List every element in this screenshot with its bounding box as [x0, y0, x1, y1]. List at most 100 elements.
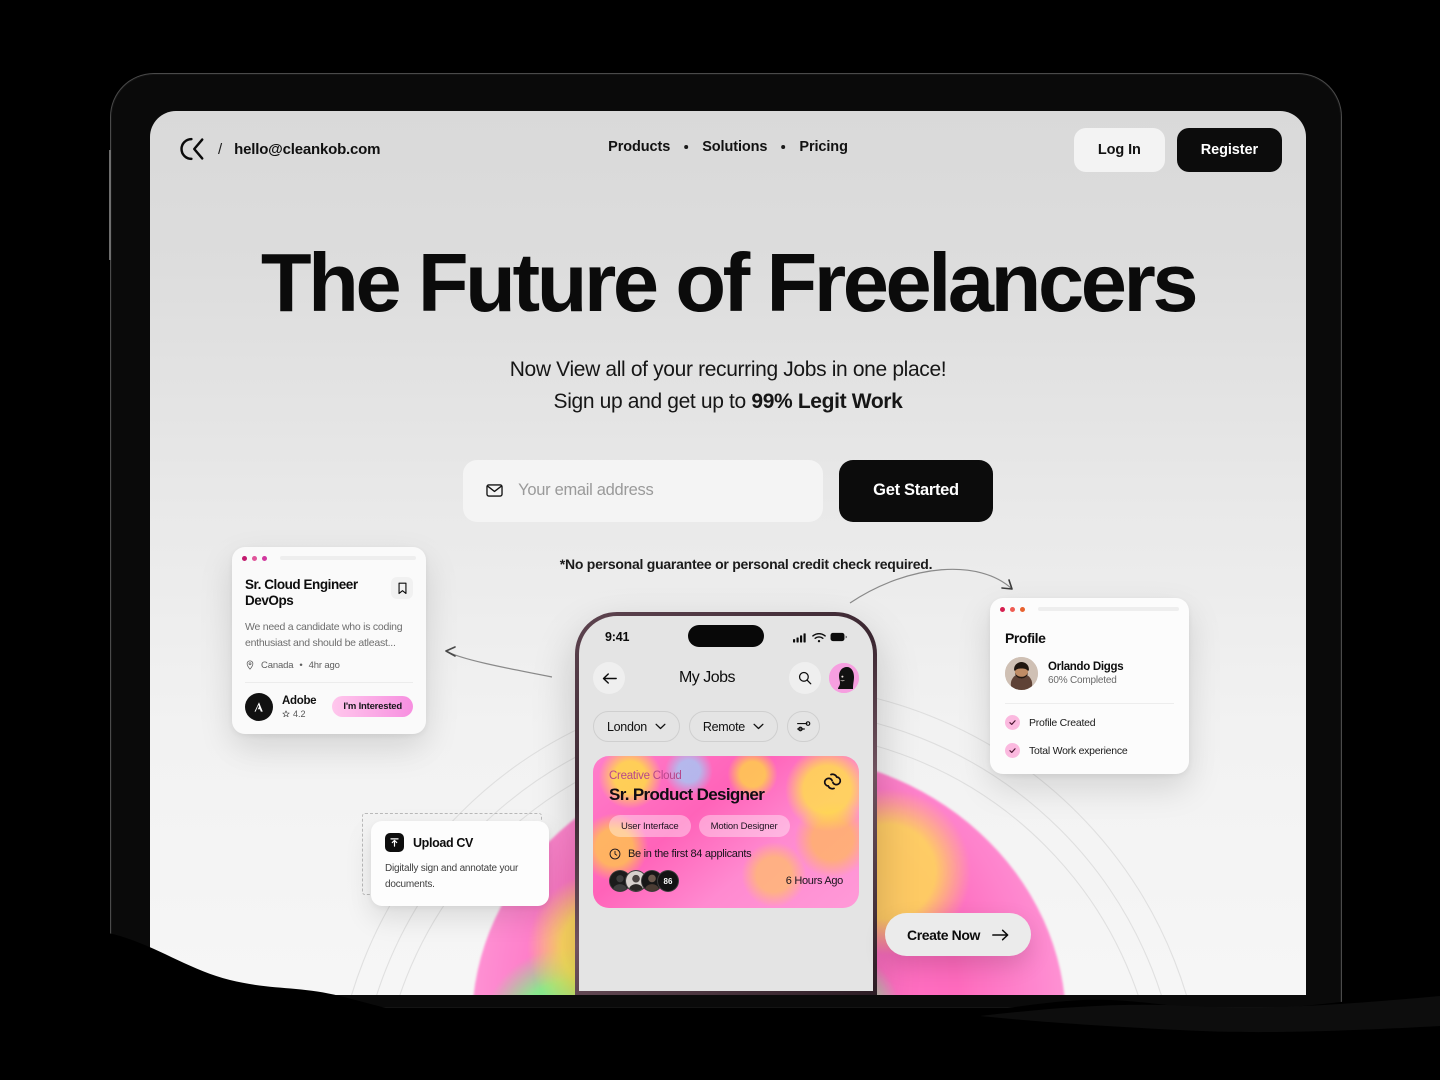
search-icon [798, 671, 812, 685]
battery-icon [830, 632, 847, 642]
window-dot [1020, 606, 1025, 612]
job-meta: Canada • 4hr ago [245, 660, 413, 671]
cellular-signal-icon [793, 632, 806, 642]
location-pin-icon [246, 660, 254, 671]
job-posted-time: 4hr ago [308, 659, 340, 671]
phone-job-company: Creative Cloud [609, 770, 682, 782]
search-button[interactable] [789, 662, 821, 694]
back-button[interactable] [593, 662, 625, 694]
bookmark-icon [397, 582, 407, 594]
profile-check-item: Profile Created [1005, 715, 1174, 730]
brand[interactable]: / hello@cleankob.com [174, 133, 380, 165]
filter-worktype-label: Remote [702, 719, 745, 734]
site-header: / hello@cleankob.com Products Solutions … [150, 111, 1306, 189]
profile-preview-card[interactable]: Profile Orlando Diggs 60% Completed Prof… [990, 598, 1189, 774]
phone-screen: 9:41 My Jobs London Remote Creative Clou… [579, 616, 873, 991]
status-icons [793, 632, 847, 643]
nav-item-products[interactable]: Products [608, 139, 670, 155]
user-avatar[interactable] [829, 663, 859, 693]
clock-icon [609, 848, 621, 860]
phone-job-applicants-row: Be in the first 84 applicants [609, 848, 843, 860]
phone-job-applicants: Be in the first 84 applicants [628, 848, 752, 860]
chevron-down-icon [655, 723, 666, 730]
ck-logo-icon [180, 137, 204, 161]
bookmark-button[interactable] [391, 577, 413, 599]
phone-job-title: Sr. Product Designer [609, 785, 765, 804]
window-dot [1000, 606, 1005, 612]
arrow-left-icon [602, 672, 617, 684]
job-company-block: Adobe 4.2 [282, 695, 317, 719]
job-card-header: Sr. Cloud Engineer DevOps [245, 577, 413, 609]
filter-location-dropdown[interactable]: London [593, 711, 680, 742]
log-in-button[interactable]: Log In [1073, 128, 1165, 172]
filter-settings-button[interactable] [786, 711, 820, 742]
meta-dot: • [299, 659, 303, 671]
job-card-footer: Adobe 4.2 I'm Interested [245, 692, 413, 721]
main-nav: Products Solutions Pricing [608, 139, 848, 155]
nav-separator-dot [781, 145, 786, 149]
phone-job-footer: 86 6 Hours Ago [609, 870, 843, 892]
job-company-rating: 4.2 [282, 709, 316, 719]
upload-cv-header: Upload CV [385, 833, 535, 852]
phone-filter-row: London Remote [579, 711, 873, 742]
create-now-label: Create Now [907, 926, 981, 943]
profile-card-title: Profile [1005, 630, 1046, 646]
nav-separator-dot [684, 145, 689, 149]
job-card-window-bar [232, 547, 426, 569]
filter-worktype-dropdown[interactable]: Remote [688, 711, 778, 742]
phone-job-time: 6 Hours Ago [785, 875, 844, 887]
chevron-down-icon [753, 723, 764, 730]
profile-completion: 60% Completed [1048, 675, 1117, 686]
im-interested-button[interactable]: I'm Interested [332, 696, 413, 718]
profile-user-text: Orlando Diggs 60% Completed [1048, 661, 1124, 686]
star-icon [282, 710, 290, 717]
create-now-button[interactable]: Create Now [885, 913, 1032, 956]
check-icon [1005, 715, 1020, 730]
window-addressbar-placeholder [1038, 607, 1179, 611]
adobe-creative-cloud-icon [823, 773, 842, 790]
phone-mockup: 9:41 My Jobs London Remote Creative Clou… [575, 612, 877, 995]
upload-glyph-icon [390, 838, 399, 847]
upload-cv-description: Digitally sign and annotate your documen… [385, 863, 519, 890]
avatar-illustration-icon [1005, 657, 1038, 690]
divider [245, 681, 413, 683]
upload-cv-card[interactable]: Upload CV Digitally sign and annotate yo… [371, 821, 549, 906]
phone-job-card[interactable]: Creative Cloud Sr. Product Designer User… [593, 756, 859, 908]
upload-icon [385, 833, 404, 852]
profile-card-window-bar [990, 598, 1189, 620]
profile-check-label: Total Work experience [1029, 744, 1128, 757]
status-time: 9:41 [605, 630, 630, 644]
avatar [1005, 657, 1038, 690]
sliders-icon [796, 721, 811, 732]
brand-separator: / [218, 140, 223, 158]
mail-icon [486, 484, 503, 498]
phone-dynamic-island [688, 625, 764, 647]
rating-value: 4.2 [293, 708, 306, 719]
phone-job-tags: User Interface Motion Designer [609, 815, 843, 837]
checkmark-glyph-icon [1009, 720, 1016, 726]
profile-user-row: Orlando Diggs 60% Completed [1005, 657, 1174, 690]
window-dot [262, 555, 267, 561]
upload-cv-title: Upload CV [413, 835, 474, 850]
nav-item-pricing[interactable]: Pricing [799, 139, 848, 155]
get-started-button[interactable]: Get Started [839, 459, 993, 522]
job-description: We need a candidate who is coding enthus… [245, 621, 403, 649]
window-dot [252, 555, 257, 561]
phone-job-tag[interactable]: Motion Designer [698, 815, 790, 837]
hero-subtitle-emphasis: 99% Legit Work [751, 389, 903, 413]
adobe-a-glyph-icon [254, 702, 263, 712]
email-input[interactable] [518, 481, 802, 501]
email-input-wrapper[interactable] [463, 459, 824, 522]
window-addressbar-placeholder [280, 556, 416, 560]
arrow-right-icon [992, 929, 1009, 940]
job-preview-card[interactable]: Sr. Cloud Engineer DevOps We need a cand… [232, 547, 426, 734]
filter-location-label: London [607, 719, 647, 734]
applicant-overflow-count: 86 [657, 870, 679, 892]
phone-job-tag[interactable]: User Interface [609, 815, 691, 837]
brand-email: hello@cleankob.com [234, 140, 381, 158]
window-dot [242, 555, 247, 561]
nav-item-solutions[interactable]: Solutions [702, 139, 767, 155]
register-button[interactable]: Register [1176, 128, 1282, 172]
phone-job-list: Creative Cloud Sr. Product Designer User… [579, 756, 873, 908]
auth-actions: Log In Register [1073, 128, 1282, 172]
